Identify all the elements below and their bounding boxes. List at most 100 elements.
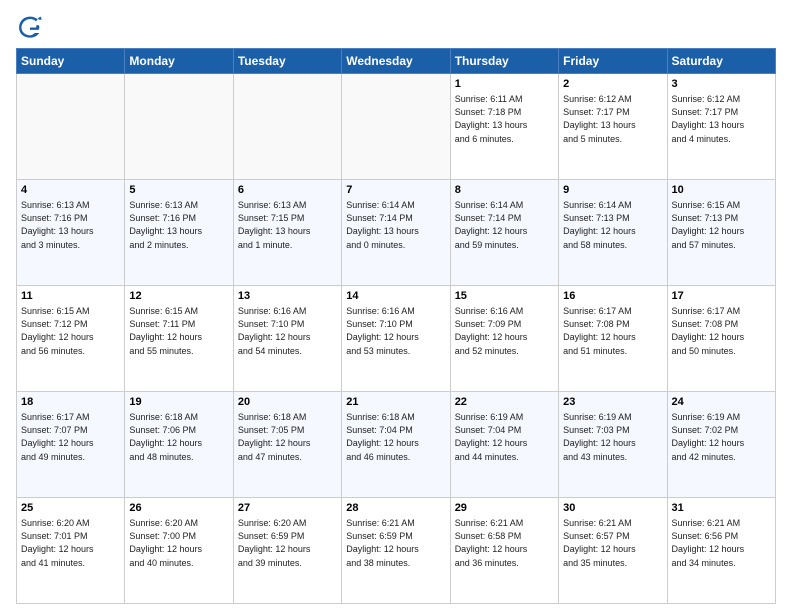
calendar-cell: 13Sunrise: 6:16 AM Sunset: 7:10 PM Dayli… — [233, 286, 341, 392]
weekday-header-row: SundayMondayTuesdayWednesdayThursdayFrid… — [17, 49, 776, 74]
calendar-cell: 23Sunrise: 6:19 AM Sunset: 7:03 PM Dayli… — [559, 392, 667, 498]
calendar-cell: 7Sunrise: 6:14 AM Sunset: 7:14 PM Daylig… — [342, 180, 450, 286]
calendar-cell: 2Sunrise: 6:12 AM Sunset: 7:17 PM Daylig… — [559, 74, 667, 180]
day-info: Sunrise: 6:19 AM Sunset: 7:02 PM Dayligh… — [672, 411, 771, 463]
weekday-header-thursday: Thursday — [450, 49, 558, 74]
day-number: 10 — [672, 183, 771, 198]
day-number: 19 — [129, 395, 228, 410]
day-info: Sunrise: 6:18 AM Sunset: 7:05 PM Dayligh… — [238, 411, 337, 463]
day-number: 14 — [346, 289, 445, 304]
calendar-cell: 20Sunrise: 6:18 AM Sunset: 7:05 PM Dayli… — [233, 392, 341, 498]
calendar-cell — [17, 74, 125, 180]
day-info: Sunrise: 6:20 AM Sunset: 7:00 PM Dayligh… — [129, 517, 228, 569]
calendar-cell: 27Sunrise: 6:20 AM Sunset: 6:59 PM Dayli… — [233, 498, 341, 604]
calendar-cell: 6Sunrise: 6:13 AM Sunset: 7:15 PM Daylig… — [233, 180, 341, 286]
calendar-week-row: 18Sunrise: 6:17 AM Sunset: 7:07 PM Dayli… — [17, 392, 776, 498]
day-number: 11 — [21, 289, 120, 304]
calendar-week-row: 4Sunrise: 6:13 AM Sunset: 7:16 PM Daylig… — [17, 180, 776, 286]
calendar-cell: 29Sunrise: 6:21 AM Sunset: 6:58 PM Dayli… — [450, 498, 558, 604]
calendar-cell: 26Sunrise: 6:20 AM Sunset: 7:00 PM Dayli… — [125, 498, 233, 604]
page: SundayMondayTuesdayWednesdayThursdayFrid… — [0, 0, 792, 612]
day-number: 24 — [672, 395, 771, 410]
calendar-cell: 3Sunrise: 6:12 AM Sunset: 7:17 PM Daylig… — [667, 74, 775, 180]
day-number: 30 — [563, 501, 662, 516]
day-number: 29 — [455, 501, 554, 516]
calendar-table: SundayMondayTuesdayWednesdayThursdayFrid… — [16, 48, 776, 604]
calendar-cell: 4Sunrise: 6:13 AM Sunset: 7:16 PM Daylig… — [17, 180, 125, 286]
day-number: 23 — [563, 395, 662, 410]
day-info: Sunrise: 6:12 AM Sunset: 7:17 PM Dayligh… — [563, 93, 662, 145]
calendar-week-row: 11Sunrise: 6:15 AM Sunset: 7:12 PM Dayli… — [17, 286, 776, 392]
day-info: Sunrise: 6:18 AM Sunset: 7:06 PM Dayligh… — [129, 411, 228, 463]
calendar-cell: 5Sunrise: 6:13 AM Sunset: 7:16 PM Daylig… — [125, 180, 233, 286]
day-number: 15 — [455, 289, 554, 304]
day-info: Sunrise: 6:17 AM Sunset: 7:07 PM Dayligh… — [21, 411, 120, 463]
calendar-cell: 21Sunrise: 6:18 AM Sunset: 7:04 PM Dayli… — [342, 392, 450, 498]
day-number: 5 — [129, 183, 228, 198]
day-info: Sunrise: 6:20 AM Sunset: 7:01 PM Dayligh… — [21, 517, 120, 569]
day-number: 3 — [672, 77, 771, 92]
day-info: Sunrise: 6:19 AM Sunset: 7:04 PM Dayligh… — [455, 411, 554, 463]
day-info: Sunrise: 6:18 AM Sunset: 7:04 PM Dayligh… — [346, 411, 445, 463]
calendar-cell: 25Sunrise: 6:20 AM Sunset: 7:01 PM Dayli… — [17, 498, 125, 604]
calendar-cell: 22Sunrise: 6:19 AM Sunset: 7:04 PM Dayli… — [450, 392, 558, 498]
day-info: Sunrise: 6:14 AM Sunset: 7:14 PM Dayligh… — [346, 199, 445, 251]
day-number: 18 — [21, 395, 120, 410]
day-number: 31 — [672, 501, 771, 516]
day-number: 21 — [346, 395, 445, 410]
day-info: Sunrise: 6:19 AM Sunset: 7:03 PM Dayligh… — [563, 411, 662, 463]
calendar-cell: 15Sunrise: 6:16 AM Sunset: 7:09 PM Dayli… — [450, 286, 558, 392]
calendar-cell: 24Sunrise: 6:19 AM Sunset: 7:02 PM Dayli… — [667, 392, 775, 498]
weekday-header-saturday: Saturday — [667, 49, 775, 74]
day-number: 9 — [563, 183, 662, 198]
day-info: Sunrise: 6:21 AM Sunset: 6:59 PM Dayligh… — [346, 517, 445, 569]
calendar-cell: 10Sunrise: 6:15 AM Sunset: 7:13 PM Dayli… — [667, 180, 775, 286]
day-info: Sunrise: 6:20 AM Sunset: 6:59 PM Dayligh… — [238, 517, 337, 569]
logo-icon — [16, 12, 44, 40]
day-number: 8 — [455, 183, 554, 198]
day-info: Sunrise: 6:16 AM Sunset: 7:09 PM Dayligh… — [455, 305, 554, 357]
day-number: 6 — [238, 183, 337, 198]
calendar-cell: 30Sunrise: 6:21 AM Sunset: 6:57 PM Dayli… — [559, 498, 667, 604]
calendar-cell: 19Sunrise: 6:18 AM Sunset: 7:06 PM Dayli… — [125, 392, 233, 498]
calendar-cell: 17Sunrise: 6:17 AM Sunset: 7:08 PM Dayli… — [667, 286, 775, 392]
day-number: 13 — [238, 289, 337, 304]
calendar-cell — [342, 74, 450, 180]
day-info: Sunrise: 6:14 AM Sunset: 7:14 PM Dayligh… — [455, 199, 554, 251]
calendar-week-row: 25Sunrise: 6:20 AM Sunset: 7:01 PM Dayli… — [17, 498, 776, 604]
day-info: Sunrise: 6:21 AM Sunset: 6:58 PM Dayligh… — [455, 517, 554, 569]
weekday-header-tuesday: Tuesday — [233, 49, 341, 74]
day-number: 20 — [238, 395, 337, 410]
day-info: Sunrise: 6:15 AM Sunset: 7:13 PM Dayligh… — [672, 199, 771, 251]
calendar-cell — [125, 74, 233, 180]
day-info: Sunrise: 6:11 AM Sunset: 7:18 PM Dayligh… — [455, 93, 554, 145]
calendar-cell: 9Sunrise: 6:14 AM Sunset: 7:13 PM Daylig… — [559, 180, 667, 286]
weekday-header-wednesday: Wednesday — [342, 49, 450, 74]
calendar-cell: 28Sunrise: 6:21 AM Sunset: 6:59 PM Dayli… — [342, 498, 450, 604]
day-info: Sunrise: 6:16 AM Sunset: 7:10 PM Dayligh… — [238, 305, 337, 357]
day-number: 16 — [563, 289, 662, 304]
day-number: 22 — [455, 395, 554, 410]
day-number: 27 — [238, 501, 337, 516]
day-info: Sunrise: 6:21 AM Sunset: 6:56 PM Dayligh… — [672, 517, 771, 569]
day-info: Sunrise: 6:15 AM Sunset: 7:11 PM Dayligh… — [129, 305, 228, 357]
day-info: Sunrise: 6:12 AM Sunset: 7:17 PM Dayligh… — [672, 93, 771, 145]
logo — [16, 12, 48, 40]
calendar-cell: 8Sunrise: 6:14 AM Sunset: 7:14 PM Daylig… — [450, 180, 558, 286]
day-info: Sunrise: 6:13 AM Sunset: 7:16 PM Dayligh… — [21, 199, 120, 251]
calendar-cell: 14Sunrise: 6:16 AM Sunset: 7:10 PM Dayli… — [342, 286, 450, 392]
day-info: Sunrise: 6:17 AM Sunset: 7:08 PM Dayligh… — [672, 305, 771, 357]
day-info: Sunrise: 6:14 AM Sunset: 7:13 PM Dayligh… — [563, 199, 662, 251]
day-info: Sunrise: 6:15 AM Sunset: 7:12 PM Dayligh… — [21, 305, 120, 357]
weekday-header-sunday: Sunday — [17, 49, 125, 74]
calendar-cell: 1Sunrise: 6:11 AM Sunset: 7:18 PM Daylig… — [450, 74, 558, 180]
day-number: 4 — [21, 183, 120, 198]
weekday-header-monday: Monday — [125, 49, 233, 74]
day-info: Sunrise: 6:16 AM Sunset: 7:10 PM Dayligh… — [346, 305, 445, 357]
calendar-cell: 31Sunrise: 6:21 AM Sunset: 6:56 PM Dayli… — [667, 498, 775, 604]
day-number: 17 — [672, 289, 771, 304]
calendar-cell — [233, 74, 341, 180]
day-number: 1 — [455, 77, 554, 92]
day-info: Sunrise: 6:17 AM Sunset: 7:08 PM Dayligh… — [563, 305, 662, 357]
day-number: 7 — [346, 183, 445, 198]
